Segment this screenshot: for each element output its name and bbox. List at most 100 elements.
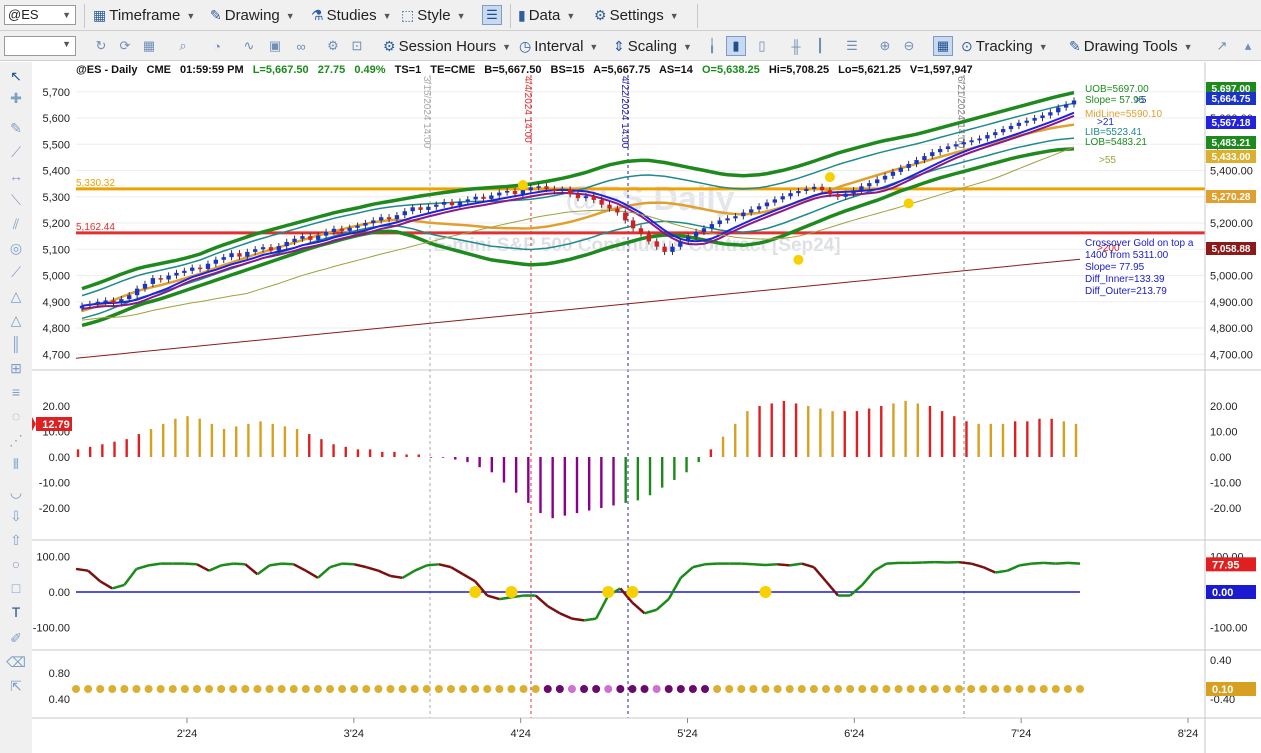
slope-segment [269, 562, 282, 567]
pencil-tool-icon[interactable]: ✐ [6, 628, 26, 648]
toolbar-scroll-icon[interactable]: ▴ [1240, 36, 1256, 56]
histogram-bar [1050, 418, 1053, 457]
header-last: L=5,667.50 [253, 64, 309, 76]
gear-small-icon[interactable]: ⚙ [323, 36, 343, 56]
arrow-down-icon[interactable]: ⇩ [6, 506, 26, 526]
candle-body [292, 238, 297, 242]
hollow-candle-icon[interactable]: ▯ [752, 36, 772, 56]
reload-icon[interactable]: ⟳ [115, 36, 135, 56]
line-bars-icon[interactable]: ┃ [810, 36, 830, 56]
ellipse-icon[interactable]: ○ [6, 554, 26, 574]
state-dot [277, 685, 286, 693]
settings-button[interactable]: ⚙ Settings ▼ [594, 5, 679, 26]
chevron-down-icon[interactable]: ▼ [62, 6, 71, 24]
candle-body [441, 202, 447, 205]
candle-body [205, 263, 211, 269]
remove-drawings-icon[interactable]: ⇱ [6, 676, 26, 696]
text-tool-icon[interactable]: T [6, 602, 26, 622]
rectangle-icon[interactable]: □ [6, 578, 26, 598]
grid-toggle-icon[interactable]: ▦ [933, 36, 953, 56]
timeframe-button[interactable]: ▦ Timeframe ▼ [93, 5, 195, 26]
candle-body [103, 300, 108, 302]
ohlc-icon[interactable]: ╫ [786, 36, 806, 56]
circle-tool-icon[interactable]: ◎ [6, 238, 26, 258]
drawing-tools-button[interactable]: ✎ Drawing Tools ▼ [1069, 36, 1193, 57]
ray-icon[interactable]: ⟍ [6, 190, 26, 210]
link-icon[interactable]: ∞ [291, 36, 311, 56]
grid-tool-icon[interactable]: ⊞ [6, 358, 26, 378]
pointer-icon[interactable]: ↖ [6, 66, 26, 86]
layers-icon[interactable]: ≡ [6, 382, 26, 402]
candle-body [678, 241, 683, 247]
state-dot [1076, 685, 1084, 693]
horizontal-line-icon[interactable]: ↔ [6, 166, 26, 186]
axis-tick-label: -10.00 [39, 478, 70, 490]
panels-icon[interactable]: ☰ [842, 36, 862, 56]
gauge-icon[interactable]: ◔ [207, 36, 227, 56]
candle-body [119, 299, 124, 304]
zoom-in-icon[interactable]: ⊕ [875, 36, 895, 56]
wrench-icon[interactable]: ✎ [6, 118, 26, 138]
histogram-bar [734, 423, 737, 457]
session-hours-button[interactable]: ⚙ Session Hours ▼ [383, 36, 511, 57]
grid-icon[interactable]: ▦ [139, 36, 159, 56]
slope-segment [1067, 561, 1081, 565]
price-badge-label: 5,567.18 [1212, 118, 1251, 129]
eraser-icon[interactable]: ⌫ [6, 652, 26, 672]
candle-body [111, 300, 116, 304]
header-exchange: CME [147, 64, 171, 76]
dots-tool-icon[interactable]: ⋰ [6, 430, 26, 450]
symbol-input[interactable]: @ES ▼ [4, 5, 76, 25]
candle-body [331, 228, 337, 232]
bars-tool-icon[interactable]: ⫴ [6, 454, 26, 474]
indicator-label: LOB=5483.21 [1085, 137, 1147, 148]
header-open: O=5,638.25 [702, 64, 760, 76]
drawing-button[interactable]: ✎ Drawing ▼ [210, 5, 295, 26]
screen-icon[interactable]: ⊡ [347, 36, 367, 56]
studies-button[interactable]: ⚗ Studies ▼ [311, 5, 392, 26]
header-symbol: @ES - Daily [76, 64, 138, 76]
interval-button[interactable]: ◷ Interval ▼ [519, 36, 598, 57]
slope-segment [958, 560, 972, 565]
histogram-bar [1038, 418, 1041, 457]
slope-segment [571, 617, 585, 622]
histogram-bar [965, 421, 968, 457]
candle-body [323, 231, 329, 236]
bar-chart-icon[interactable]: ╽ [702, 36, 722, 56]
candlestick-icon[interactable]: ▮ [726, 36, 746, 56]
triangle-icon[interactable]: △ [6, 286, 26, 306]
drawing-object-select[interactable]: ▼ [4, 36, 76, 56]
vertical-lines-icon[interactable]: ║ [6, 334, 26, 354]
style-button[interactable]: ⬚ Style ▼ [401, 5, 466, 26]
cycle-icon[interactable]: ◌ [6, 406, 26, 426]
refresh-icon[interactable]: ↻ [91, 36, 111, 56]
histogram-bar [539, 457, 542, 514]
candle-body [859, 186, 864, 191]
layout-icon[interactable]: ☰ [482, 5, 502, 25]
axis-tick-label: -100.00 [33, 623, 70, 635]
candle-body [473, 196, 478, 200]
zoom-out-icon[interactable]: ⊖ [899, 36, 919, 56]
state-dot [422, 685, 431, 693]
scaling-button[interactable]: ⇕ Scaling ▼ [613, 36, 692, 57]
tracking-button[interactable]: ⊙ Tracking ▼ [961, 36, 1048, 57]
data-button[interactable]: ▮ Data ▼ [518, 5, 575, 26]
crosshair-icon[interactable]: ✚ [6, 88, 26, 108]
axis-tick-label: 5,100 [42, 244, 70, 256]
chart-image-icon[interactable]: ▣ [265, 36, 285, 56]
candle-body [937, 149, 943, 153]
curve-icon[interactable]: ∿ [239, 36, 259, 56]
level-label: 5,330.32 [76, 178, 115, 189]
histogram-bar [660, 457, 664, 488]
price-chart[interactable]: @ES Daily E-mini S&P 500 Continuous Cont… [32, 62, 1261, 753]
histogram-bar [855, 411, 859, 457]
channel-icon[interactable]: ⫽ [6, 214, 26, 234]
arc-icon[interactable]: ◡ [6, 482, 26, 502]
zoom-search-icon[interactable]: ⌕ [173, 36, 193, 56]
triangle-outline-icon[interactable]: △ [6, 310, 26, 330]
state-dot [725, 685, 734, 693]
fib-icon[interactable]: ⟋ [6, 262, 26, 282]
trendline-icon[interactable]: ⟋ [6, 142, 26, 162]
arrow-up-icon[interactable]: ⇧ [6, 530, 26, 550]
trend-icon[interactable]: ↗ [1212, 36, 1232, 56]
